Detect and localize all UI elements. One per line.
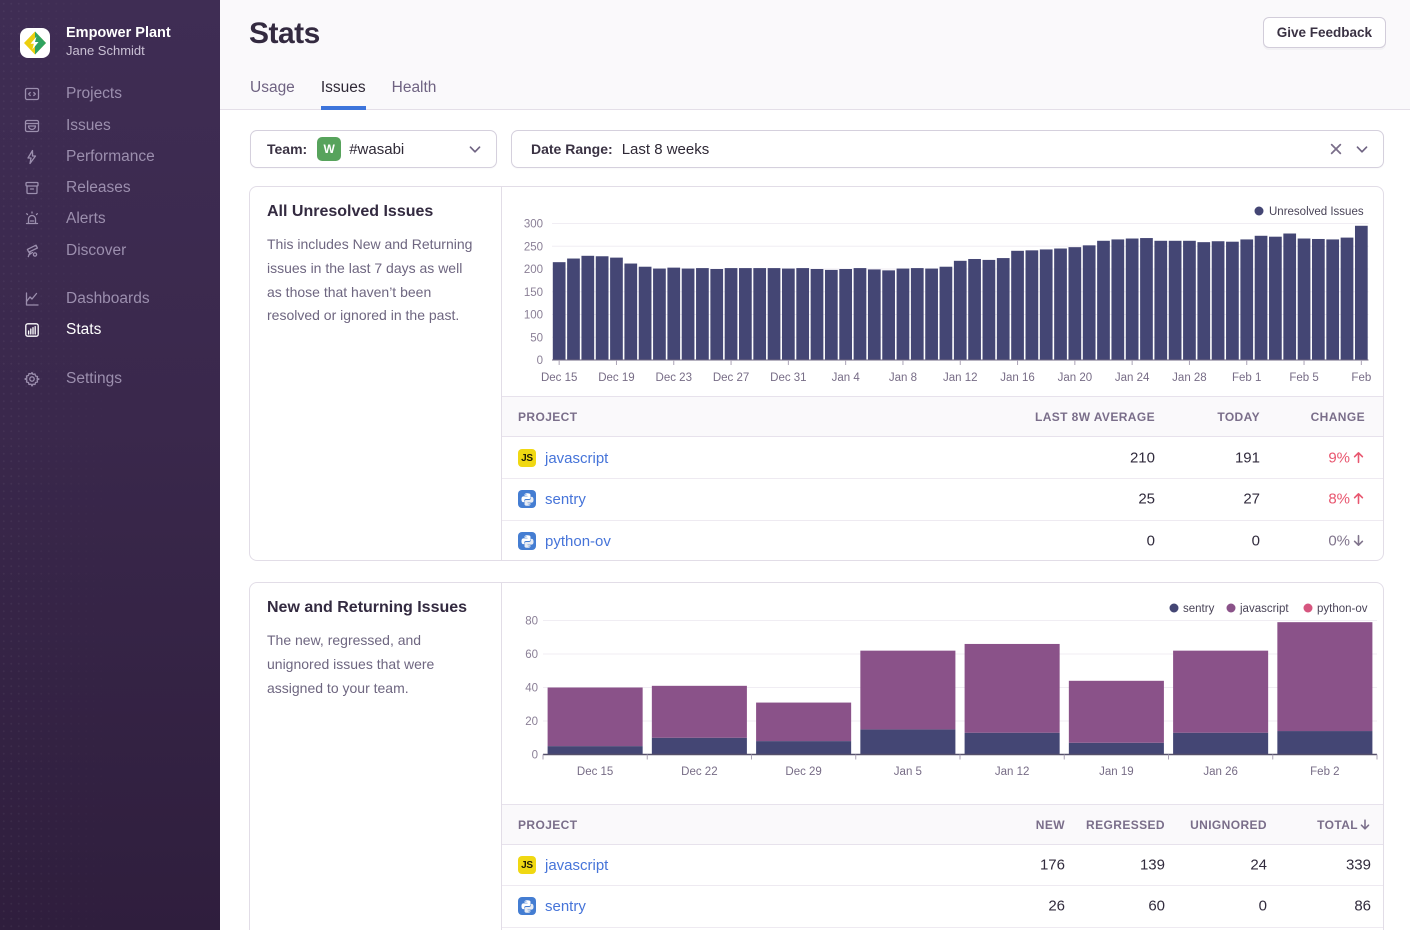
- svg-text:40: 40: [525, 683, 538, 695]
- svg-text:Jan 12: Jan 12: [943, 372, 978, 384]
- svg-text:Dec 23: Dec 23: [656, 372, 692, 384]
- svg-text:Jan 20: Jan 20: [1058, 372, 1093, 384]
- svg-text:Jan 4: Jan 4: [832, 372, 861, 384]
- svg-text:Feb 1: Feb 1: [1232, 372, 1261, 384]
- svg-text:50: 50: [530, 332, 543, 344]
- svg-text:Jan 16: Jan 16: [1000, 372, 1035, 384]
- svg-text:20: 20: [525, 716, 538, 728]
- svg-text:Jan 5: Jan 5: [894, 766, 922, 778]
- svg-text:Dec 27: Dec 27: [713, 372, 749, 384]
- svg-text:javascript: javascript: [1239, 603, 1289, 615]
- svg-text:Feb 5: Feb 5: [1289, 372, 1318, 384]
- svg-text:60: 60: [525, 649, 538, 661]
- svg-text:Dec 19: Dec 19: [598, 372, 634, 384]
- svg-text:0: 0: [532, 750, 538, 762]
- svg-text:Jan 8: Jan 8: [889, 372, 917, 384]
- svg-text:Dec 15: Dec 15: [541, 372, 577, 384]
- svg-text:Jan 19: Jan 19: [1099, 766, 1134, 778]
- svg-text:Feb 2: Feb 2: [1310, 766, 1339, 778]
- svg-text:Dec 29: Dec 29: [785, 766, 821, 778]
- svg-text:python-ov: python-ov: [1317, 603, 1368, 615]
- svg-text:150: 150: [524, 287, 543, 299]
- svg-text:Dec 31: Dec 31: [770, 372, 806, 384]
- svg-text:100: 100: [524, 310, 543, 322]
- svg-text:Jan 12: Jan 12: [995, 766, 1030, 778]
- svg-text:Feb: Feb: [1351, 372, 1371, 384]
- svg-text:300: 300: [524, 219, 543, 231]
- svg-text:sentry: sentry: [1183, 603, 1215, 615]
- svg-text:200: 200: [524, 264, 543, 276]
- svg-text:0: 0: [537, 355, 543, 367]
- svg-text:Unresolved Issues: Unresolved Issues: [1269, 206, 1364, 218]
- svg-text:Jan 24: Jan 24: [1115, 372, 1150, 384]
- svg-text:80: 80: [525, 616, 538, 628]
- svg-text:250: 250: [524, 241, 543, 253]
- svg-text:Dec 15: Dec 15: [577, 766, 613, 778]
- svg-text:Dec 22: Dec 22: [681, 766, 717, 778]
- svg-text:Jan 26: Jan 26: [1203, 766, 1238, 778]
- svg-text:Jan 28: Jan 28: [1172, 372, 1207, 384]
